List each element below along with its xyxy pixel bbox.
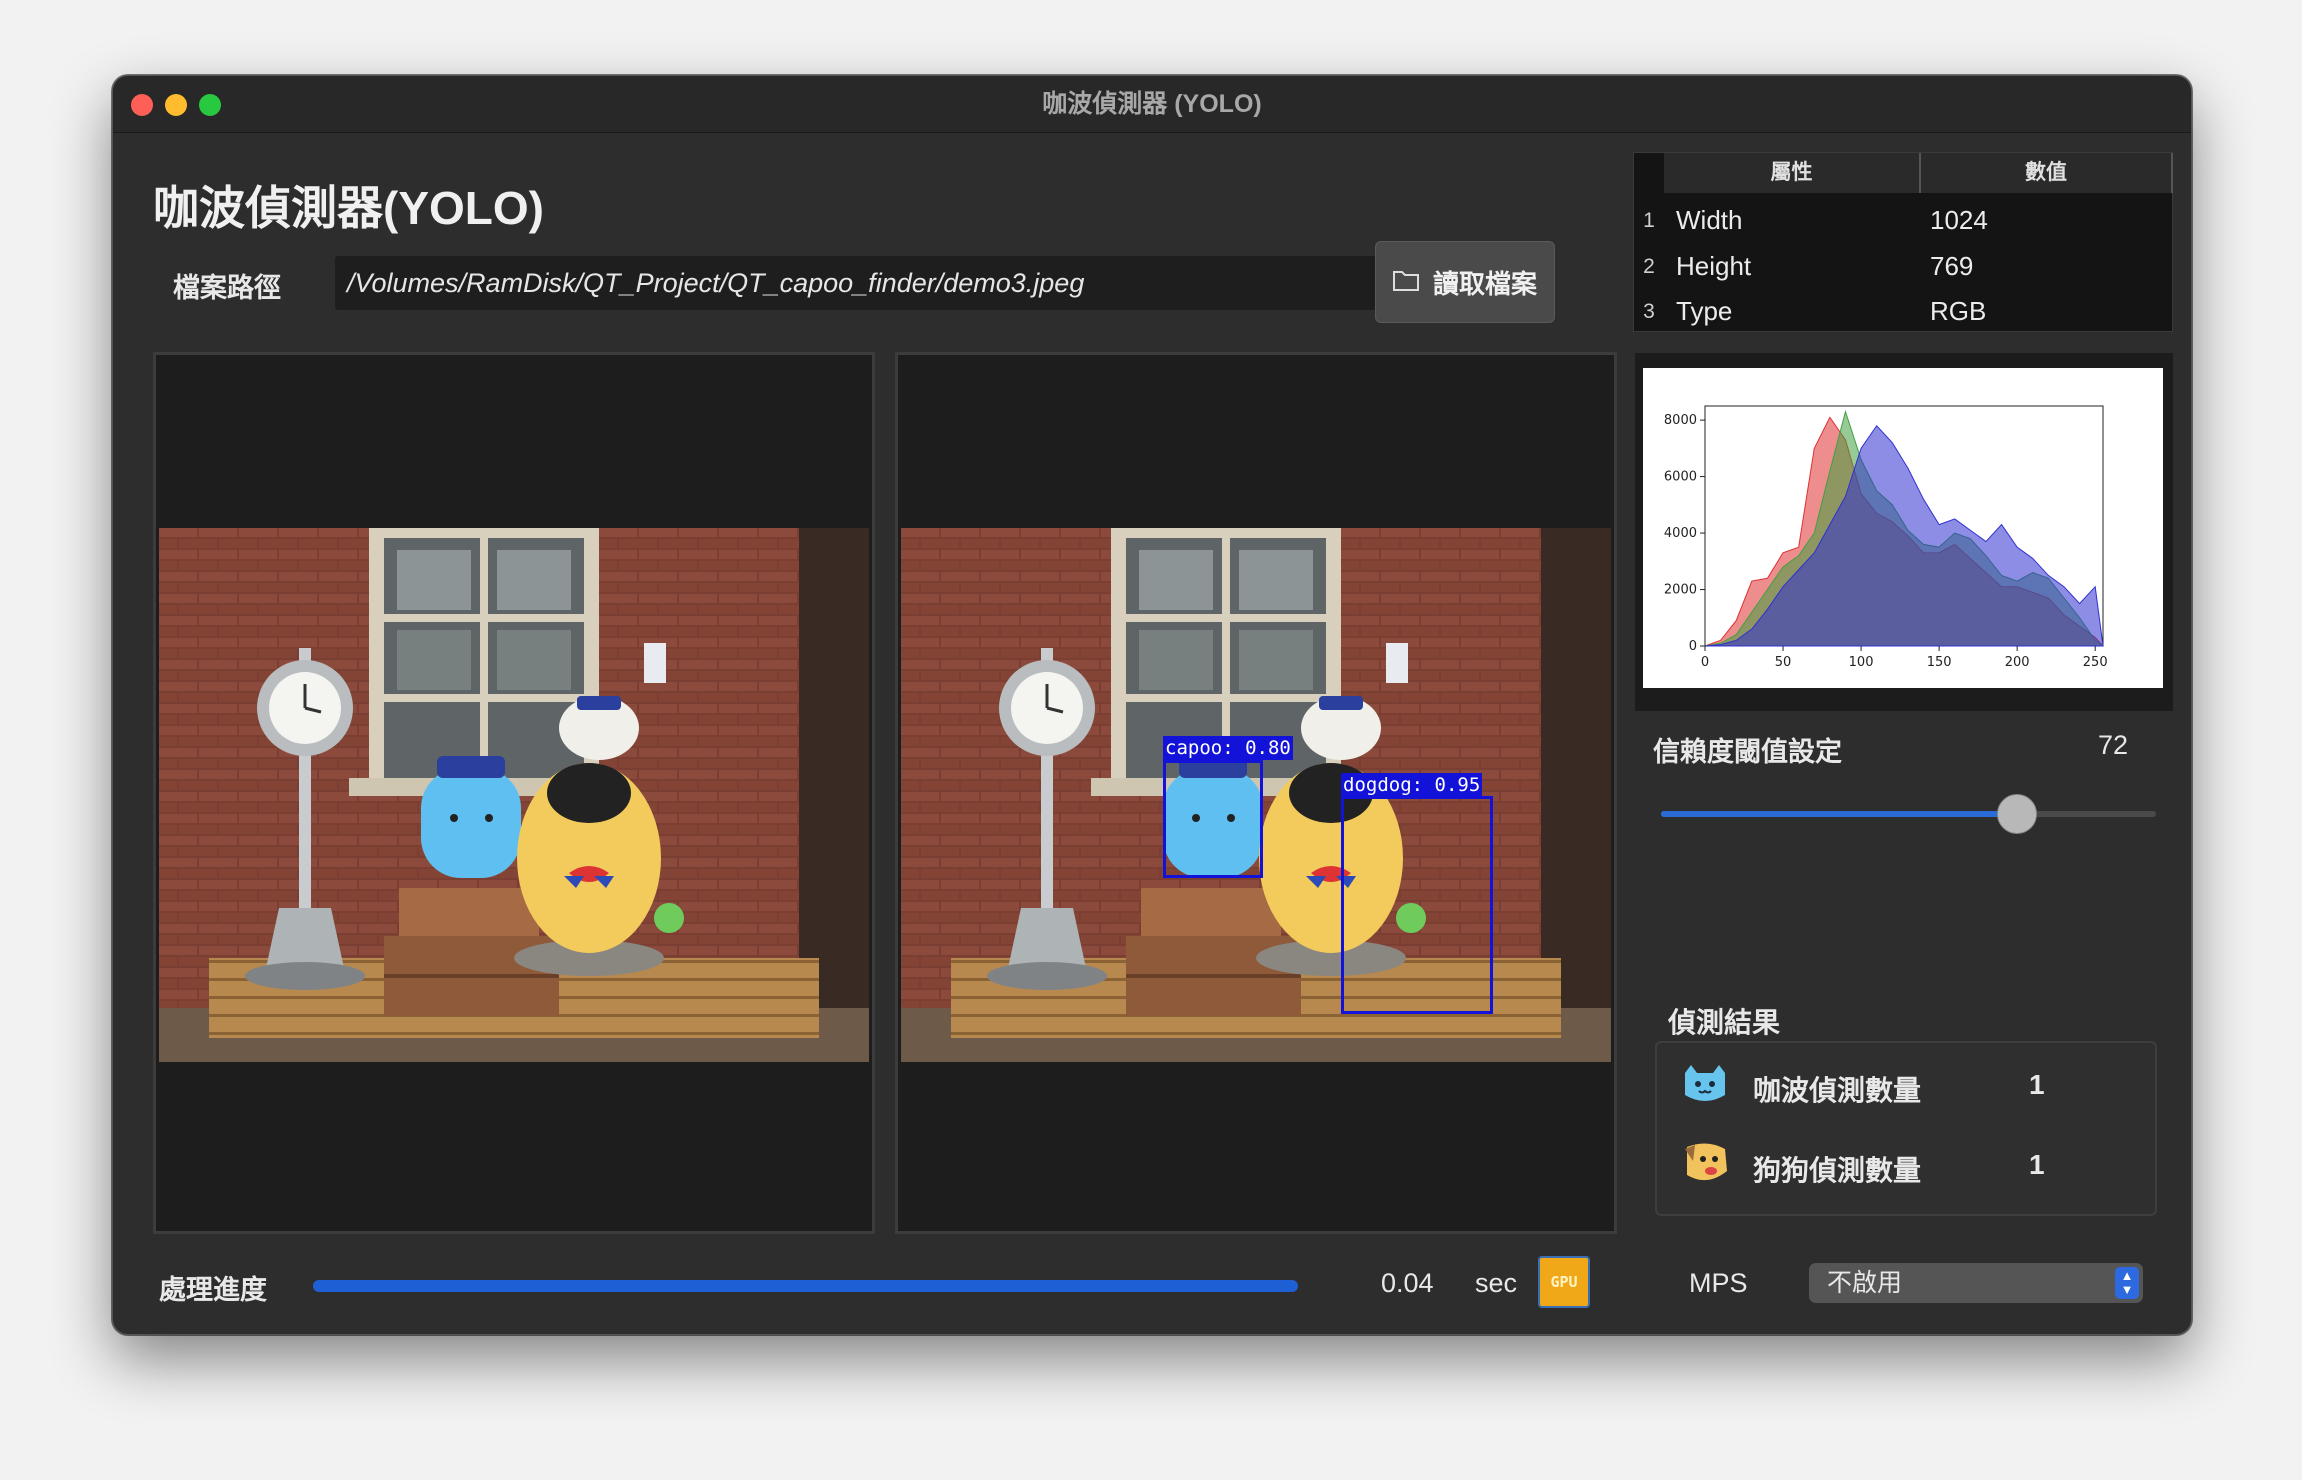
- detection-box-capoo: [1163, 760, 1263, 878]
- chevron-up-down-icon: ▲ ▼: [2115, 1267, 2139, 1299]
- progress-label: 處理進度: [159, 1275, 267, 1305]
- mps-select-value: 不啟用: [1827, 1269, 1903, 1297]
- row-number: 3: [1643, 300, 1655, 323]
- detection-image-panel: capoo: 0.80 dogdog: 0.95: [895, 352, 1617, 1234]
- x-tick-label: 50: [1775, 655, 1792, 670]
- capoo-icon: [1681, 1063, 1729, 1108]
- property-value: 1024: [1930, 205, 1988, 235]
- histogram-svg: 0 50 100 150 200 250 0 2000 4000 6000 8000: [1664, 405, 2108, 670]
- y-tick-label: 4000: [1664, 526, 1697, 541]
- property-value: RGB: [1930, 296, 1987, 326]
- table-header-value[interactable]: 數值: [1921, 153, 2173, 193]
- dog-count-value: 1: [2029, 1149, 2045, 1180]
- property-name: Width: [1676, 205, 1743, 235]
- histogram-chart: 0 50 100 150 200 250 0 2000 4000 6000 8000: [1643, 368, 2163, 688]
- x-tick-label: 200: [2005, 655, 2030, 670]
- detection-label-capoo: capoo: 0.80: [1163, 736, 1293, 760]
- folder-icon: [1392, 267, 1419, 298]
- app-window: 咖波偵測器 (YOLO) 咖波偵測器(YOLO) 檔案路徑 /Volumes/R…: [112, 75, 2192, 1335]
- dog-count-label: 狗狗偵測數量: [1753, 1155, 1922, 1186]
- x-tick-label: 250: [2083, 655, 2108, 670]
- original-image: [159, 528, 869, 1062]
- property-value: 769: [1930, 251, 1974, 281]
- histogram-panel: 0 50 100 150 200 250 0 2000 4000 6000 8000: [1635, 353, 2173, 711]
- y-tick-label: 0: [1689, 639, 1697, 654]
- confidence-threshold-label: 信賴度閾值設定: [1653, 737, 1842, 767]
- title-bar: 咖波偵測器 (YOLO): [113, 76, 2191, 133]
- mps-label: MPS: [1689, 1268, 1748, 1298]
- y-tick-label: 8000: [1664, 413, 1697, 428]
- detection-results-title: 偵測結果: [1668, 1007, 1781, 1038]
- y-tick-label: 6000: [1664, 470, 1697, 485]
- window-title: 咖波偵測器 (YOLO): [1042, 90, 1262, 118]
- gpu-icon-text: GPU: [1550, 1273, 1578, 1291]
- capoo-count-value: 1: [2029, 1069, 2045, 1100]
- property-name: Height: [1676, 251, 1752, 281]
- detection-label-dogdog: dogdog: 0.95: [1341, 773, 1483, 797]
- processing-time-unit: sec: [1475, 1268, 1518, 1298]
- app-title: 咖波偵測器(YOLO): [153, 182, 544, 234]
- x-tick-label: 100: [1849, 655, 1874, 670]
- original-image-panel: [153, 352, 875, 1234]
- y-tick-label: 2000: [1664, 583, 1697, 598]
- processing-time-value: 0.04: [1381, 1268, 1434, 1298]
- mps-select[interactable]: 不啟用 ▲ ▼: [1809, 1263, 2143, 1303]
- confidence-slider-fill: [1661, 811, 2018, 817]
- row-number: 2: [1643, 255, 1655, 278]
- confidence-threshold-value: 72: [2098, 730, 2129, 760]
- x-tick-label: 150: [1927, 655, 1952, 670]
- row-number: 1: [1643, 209, 1655, 232]
- file-path-label: 檔案路徑: [173, 273, 281, 303]
- open-file-button[interactable]: 讀取檔案: [1375, 241, 1555, 323]
- table-header-attribute[interactable]: 屬性: [1664, 153, 1921, 193]
- gpu-icon: GPU: [1538, 1256, 1590, 1308]
- detection-results-box: 咖波偵測數量 1 狗狗偵測數量 1: [1655, 1041, 2157, 1216]
- detection-box-dogdog: [1341, 796, 1493, 1014]
- confidence-slider-handle[interactable]: [1997, 794, 2038, 834]
- file-path-field[interactable]: /Volumes/RamDisk/QT_Project/QT_capoo_fin…: [335, 256, 1463, 310]
- open-file-button-label: 讀取檔案: [1432, 268, 1537, 299]
- detection-image: capoo: 0.80 dogdog: 0.95: [901, 528, 1611, 1062]
- property-name: Type: [1676, 296, 1733, 326]
- progress-bar-fill: [313, 1280, 1298, 1292]
- image-properties-table: 屬性 數值 1 Width 1024 2 Height 769 3 Type R…: [1633, 152, 2173, 332]
- x-tick-label: 0: [1701, 655, 1709, 670]
- capoo-count-label: 咖波偵測數量: [1753, 1075, 1922, 1106]
- dog-icon: [1681, 1141, 1731, 1190]
